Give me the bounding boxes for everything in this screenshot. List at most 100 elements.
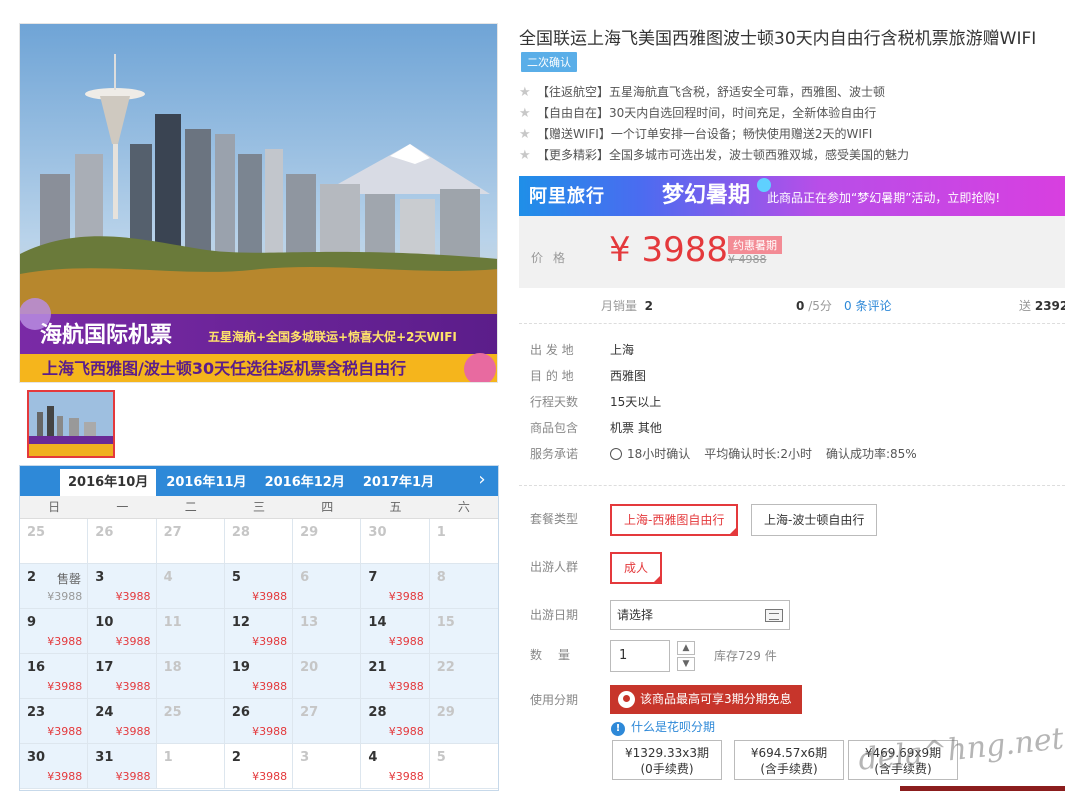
day-number: 2 — [27, 570, 37, 585]
day-number: 14 — [368, 615, 387, 630]
star-icon: ★ — [519, 85, 531, 100]
campaign-text[interactable]: 此商品正在参加“梦幻暑期”活动，立即抢购! — [767, 189, 1000, 206]
calendar-day[interactable]: 26 ¥3988 — [224, 699, 294, 744]
attr-row: 行程天数 15天以上 — [530, 392, 917, 418]
calendar-day[interactable]: 12 ¥3988 — [224, 609, 294, 654]
attr-value: 机票 其他 — [610, 421, 662, 435]
calendar-day[interactable]: 9 ¥3988 — [20, 609, 89, 654]
calendar-day: 4 — [156, 564, 225, 609]
day-price: ¥3988 — [252, 770, 288, 783]
feature-text: 【更多精彩】全国多城市可选出发，波士顿西雅双城，感受美国的魅力 — [537, 148, 910, 162]
calendar-day[interactable]: 24 ¥3988 — [88, 699, 157, 744]
star-icon: ★ — [519, 106, 531, 121]
points: 送 2392 — [1019, 297, 1065, 314]
feature-list: ★ 【往返航空】五星海航直飞含税，舒适安全可靠，西雅图、波士顿 ★ 【自由自在】30… — [519, 82, 909, 166]
calendar-day: 30 — [361, 519, 430, 564]
installment-plan-6[interactable]: ¥694.57x6期 (含手续费) — [734, 740, 844, 780]
calendar-day: 20 — [293, 654, 362, 699]
travel-date-input[interactable]: 请选择 — [610, 600, 790, 630]
calendar-day[interactable]: 17 ¥3988 — [88, 654, 157, 699]
next-month-icon[interactable]: › — [472, 469, 492, 493]
image-thumbnail[interactable] — [27, 390, 115, 458]
hero-image[interactable]: 海航国际机票 五星海航+全国多城联运+惊喜大促+2天WIFI 上海飞西雅图/波士… — [19, 23, 498, 383]
weekday-label: 日 — [48, 500, 61, 514]
day-number: 22 — [436, 660, 455, 675]
calendar-day[interactable]: 2 售罄 ¥3988 — [20, 564, 89, 609]
info-icon: ! — [611, 722, 625, 736]
day-price: ¥3988 — [252, 590, 288, 603]
day-number: 20 — [300, 660, 319, 675]
calendar-day[interactable]: 21 ¥3988 — [361, 654, 430, 699]
calendar-day[interactable]: 5 ¥3988 — [224, 564, 294, 609]
day-number: 19 — [231, 660, 250, 675]
calendar-day[interactable]: 16 ¥3988 — [20, 654, 89, 699]
calendar-day: 25 — [156, 699, 225, 744]
day-price: ¥3988 — [47, 635, 83, 648]
tab-2016-12[interactable]: 2016年12月 — [257, 469, 353, 496]
service-text: 18小时确认 — [627, 447, 691, 461]
watermark: dela^hng.net — [856, 721, 1065, 778]
package-option-seattle[interactable]: 上海-西雅图自由行 — [610, 504, 739, 536]
day-number: 10 — [95, 615, 114, 630]
day-number: 9 — [27, 615, 37, 630]
calendar-day[interactable]: 31 ¥3988 — [88, 744, 157, 789]
star-icon: ★ — [519, 148, 531, 163]
calendar-day: 8 — [429, 564, 498, 609]
tab-2017-01[interactable]: 2017年1月 — [355, 469, 442, 496]
service-item: 平均确认时长:2小时 — [704, 447, 812, 461]
package-option-boston[interactable]: 上海-波士顿自由行 — [751, 504, 878, 536]
tab-2016-11[interactable]: 2016年11月 — [158, 469, 254, 496]
banner-title: 海航国际机票 — [40, 322, 172, 348]
traveler-label: 出游人群 — [530, 560, 579, 574]
star-icon: ★ — [519, 127, 531, 142]
points-label: 送 — [1019, 299, 1032, 313]
installment-plan-3[interactable]: ¥1329.33x3期 (0手续费) — [612, 740, 722, 780]
points-value: 2392 — [1034, 299, 1065, 313]
alitrip-logo: 阿里旅行 — [529, 186, 605, 207]
feature-text: 【自由自在】30天内自选回程时间，时间充足，全新体验自由行 — [537, 106, 877, 120]
calendar-day[interactable]: 23 ¥3988 — [20, 699, 89, 744]
campaign-banner[interactable]: 阿里旅行 梦幻暑期 此商品正在参加“梦幻暑期”活动，立即抢购! — [519, 176, 1065, 216]
calendar-day: 28 — [224, 519, 294, 564]
day-price: ¥3988 — [388, 680, 424, 693]
day-number: 7 — [368, 570, 378, 585]
rating: 0 /5分 — [796, 297, 832, 314]
calendar-day[interactable]: 30 ¥3988 — [20, 744, 89, 789]
calendar-day: 29 — [293, 519, 362, 564]
quantity-input[interactable]: 1 — [610, 640, 670, 672]
plan-price: ¥1329.33 — [624, 746, 683, 760]
feature-text: 【往返航空】五星海航直飞含税，舒适安全可靠，西雅图、波士顿 — [537, 85, 886, 99]
calendar-day[interactable]: 7 ¥3988 — [361, 564, 430, 609]
quantity-up-icon[interactable]: ▲ — [677, 641, 695, 655]
quantity-down-icon[interactable]: ▼ — [677, 657, 695, 671]
traveler-option-adult[interactable]: 成人 — [610, 552, 663, 584]
current-price: ¥ 3988 — [609, 230, 728, 270]
huabei-help-link[interactable]: ! 什么是花呗分期 — [611, 718, 715, 736]
calendar-day[interactable]: 3 ¥3988 — [88, 564, 157, 609]
calendar-day: 18 — [156, 654, 225, 699]
calendar-day[interactable]: 28 ¥3988 — [361, 699, 430, 744]
feature-text: 【赠送WIFI】一个订单安排一台设备；畅快使用赠送2天的WIFI — [537, 127, 873, 141]
huabei-help-text[interactable]: 什么是花呗分期 — [631, 720, 715, 734]
day-price: ¥3988 — [388, 590, 424, 603]
weekday-label: 四 — [321, 500, 334, 514]
tab-2016-10[interactable]: 2016年10月 — [60, 469, 157, 496]
calendar-day[interactable]: 19 ¥3988 — [224, 654, 294, 699]
calendar-day[interactable]: 4 ¥3988 — [361, 744, 430, 789]
service-promises: 18小时确认 平均确认时长:2小时 确认成功率:85% — [610, 444, 917, 470]
attr-key: 目 的 地 — [530, 369, 574, 383]
day-price: ¥3988 — [115, 725, 151, 738]
day-price: ¥3988 — [252, 725, 288, 738]
review-link[interactable]: 0 条评论 — [844, 297, 891, 314]
calendar-day[interactable]: 2 ¥3988 — [224, 744, 294, 789]
product-page: 海航国际机票 五星海航+全国多城联运+惊喜大促+2天WIFI 上海飞西雅图/波士… — [0, 0, 1065, 791]
date-value: 请选择 — [617, 608, 654, 622]
day-price: ¥3988 — [47, 725, 83, 738]
calendar-day[interactable]: 14 ¥3988 — [361, 609, 430, 654]
attr-value: 西雅图 — [610, 369, 647, 383]
calendar-day[interactable]: 10 ¥3988 — [88, 609, 157, 654]
huabei-banner: 该商品最高可享3期分期免息 — [610, 685, 802, 714]
calendar-icon[interactable] — [765, 609, 783, 622]
section-divider — [519, 485, 1065, 486]
attr-key: 服务承诺 — [530, 447, 579, 461]
